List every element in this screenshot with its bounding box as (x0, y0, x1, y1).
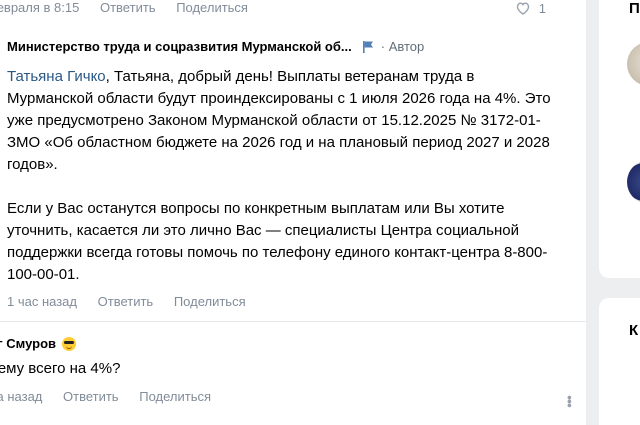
sidebar-header-2: К (629, 322, 639, 339)
reply-author-name[interactable]: Министерство труда и соцразвития Мурманс… (7, 39, 352, 54)
reply-reply-button[interactable]: Ответить (98, 294, 154, 309)
author-tag: · Автор (380, 39, 425, 54)
sidebar-header-1: П (629, 0, 640, 17)
comment2-reply-button[interactable]: Ответить (63, 389, 119, 404)
top-comment-share-button[interactable]: Поделиться (176, 0, 248, 15)
comments-feed: февраля в 8:15 Ответить Поделиться 1 Мин… (0, 0, 586, 425)
sidebar-block-1: П (599, 0, 640, 278)
verified-flag-icon (362, 40, 373, 53)
divider (0, 321, 586, 322)
comment2-share-button[interactable]: Поделиться (139, 389, 211, 404)
mention-link[interactable]: Татьяна Гичко (7, 68, 106, 85)
reply-paragraph-1: Татьяна Гичко, Татьяна, добрый день! Вып… (7, 66, 555, 176)
sidebar-avatar-1[interactable] (627, 42, 640, 86)
like-count: 1 (538, 0, 546, 16)
reply-time: 1 час назад (7, 294, 77, 309)
sunglasses-emoji-icon (62, 336, 77, 351)
reply-author-row: Министерство труда и соцразвития Мурманс… (7, 39, 424, 54)
sidebar-avatar-2[interactable] (627, 160, 640, 204)
comment2-author-row: ег Смуров (0, 336, 77, 351)
more-options-icon[interactable]: ••• (562, 395, 578, 407)
heart-icon (516, 2, 529, 15)
sidebar-block-2: К (599, 298, 640, 425)
reply-paragraph-2: Если у Вас останутся вопросы по конкретн… (7, 200, 548, 283)
like-button[interactable]: 1 (515, 0, 546, 16)
comment2-time: са назад (0, 389, 43, 404)
comment2-text: чему всего на 4%? (0, 360, 121, 377)
comment2-author-name[interactable]: ег Смуров (0, 336, 56, 351)
reply-meta: 1 час назад Ответить Поделиться (7, 294, 246, 309)
reply-share-button[interactable]: Поделиться (174, 294, 246, 309)
reply-text: Татьяна Гичко, Татьяна, добрый день! Вып… (7, 66, 555, 286)
top-comment-meta: февраля в 8:15 Ответить Поделиться (0, 0, 248, 15)
top-comment-time: февраля в 8:15 (0, 0, 80, 15)
top-comment-reply-button[interactable]: Ответить (100, 0, 156, 15)
comment2-meta: са назад Ответить Поделиться (0, 389, 211, 404)
